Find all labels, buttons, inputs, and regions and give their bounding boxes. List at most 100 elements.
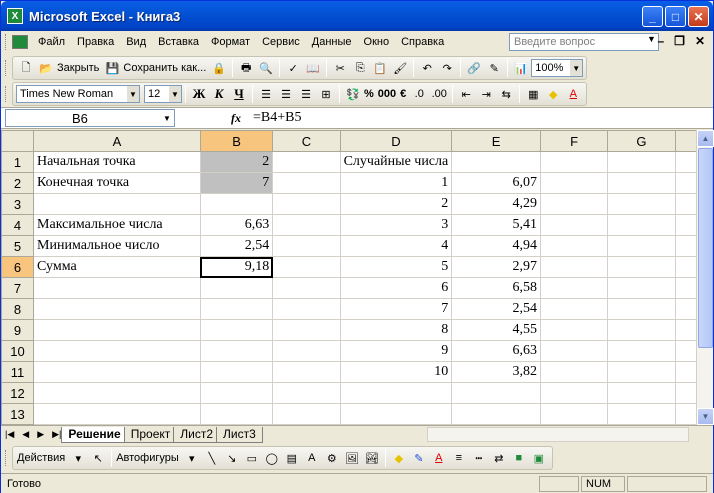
cell-f6[interactable] <box>540 256 609 278</box>
column-header-a[interactable]: A <box>33 130 201 152</box>
borders-icon[interactable]: ▦ <box>525 86 541 102</box>
picture-icon[interactable]: 🏞 <box>364 450 380 466</box>
cell-e2[interactable]: 6,07 <box>451 172 542 194</box>
cell-e7[interactable]: 6,58 <box>451 277 542 299</box>
cell-e6[interactable]: 2,97 <box>451 256 542 278</box>
row-header[interactable]: 8 <box>1 298 35 320</box>
workbook-icon[interactable] <box>12 35 28 49</box>
cell-d4[interactable]: 3 <box>339 214 453 236</box>
cell-a12[interactable] <box>33 382 201 404</box>
tab-proekt[interactable]: Проект <box>123 426 178 443</box>
next-sheet-icon[interactable]: ▶ <box>37 429 44 440</box>
cell-d6[interactable]: 5 <box>339 256 453 278</box>
research-icon[interactable]: 📖 <box>305 60 321 76</box>
cell-f10[interactable] <box>540 340 609 362</box>
cell-d5[interactable]: 4 <box>339 235 453 257</box>
font-size-select[interactable]: 12 ▼ <box>144 85 182 103</box>
maximize-button[interactable]: □ <box>665 6 686 27</box>
save-as-button[interactable]: Сохранить как... <box>123 62 206 74</box>
cell-a1[interactable]: Начальная точка <box>33 151 201 173</box>
align-left-icon[interactable]: ☰ <box>258 86 274 102</box>
first-sheet-icon[interactable]: |◀ <box>5 429 14 440</box>
tab-list3[interactable]: Лист3 <box>216 426 263 443</box>
cell-a4[interactable]: Максимальное числа <box>33 214 201 236</box>
workbook-restore-button[interactable]: ❐ <box>674 34 685 48</box>
cell-f8[interactable] <box>540 298 609 320</box>
cell-a5[interactable]: Минимальное число <box>33 235 201 257</box>
print-icon[interactable]: 🖶 <box>238 60 254 76</box>
permission-icon[interactable]: 🔒 <box>211 60 227 76</box>
horizontal-scrollbar[interactable] <box>427 427 689 442</box>
cell-g11[interactable] <box>607 361 676 383</box>
menu-tools[interactable]: Сервис <box>256 36 306 48</box>
shadow-icon[interactable]: ■ <box>511 450 527 466</box>
decrease-indent-icon[interactable]: ⇤ <box>458 86 474 102</box>
cell-f13[interactable] <box>540 403 609 425</box>
column-header-b[interactable]: B <box>199 130 274 152</box>
fill-color-icon[interactable]: ◆ <box>391 450 407 466</box>
dash-style-icon[interactable]: ┅ <box>471 450 487 466</box>
print-preview-icon[interactable]: 🔍 <box>258 60 274 76</box>
cell-b3[interactable] <box>199 193 274 215</box>
merge-center-icon[interactable]: ⊞ <box>318 86 334 102</box>
column-header-f[interactable]: F <box>540 130 609 152</box>
cell-d11[interactable]: 10 <box>339 361 453 383</box>
menu-insert[interactable]: Вставка <box>152 36 205 48</box>
spelling-icon[interactable]: ✓ <box>285 60 301 76</box>
increase-decimal-icon[interactable]: .0 <box>411 86 427 102</box>
menu-data[interactable]: Данные <box>306 36 358 48</box>
cell-b5[interactable]: 2,54 <box>199 235 274 257</box>
row-header[interactable]: 9 <box>1 319 35 341</box>
cell-g8[interactable] <box>607 298 676 320</box>
ask-question-input[interactable]: Введите вопрос <box>509 33 659 51</box>
bold-button[interactable]: Ж <box>190 86 208 102</box>
menu-file[interactable]: Файл <box>32 36 71 48</box>
cell-b12[interactable] <box>199 382 274 404</box>
size-dropdown-icon[interactable]: ▼ <box>169 86 181 102</box>
cell-b9[interactable] <box>199 319 274 341</box>
cell-e8[interactable]: 2,54 <box>451 298 542 320</box>
align-center-icon[interactable]: ☰ <box>278 86 294 102</box>
scroll-up-icon[interactable]: ▲ <box>697 130 714 147</box>
cell-a11[interactable] <box>33 361 201 383</box>
menu-window[interactable]: Окно <box>358 36 396 48</box>
cell-c8[interactable] <box>272 298 341 320</box>
select-objects-icon[interactable]: ↖ <box>90 450 106 466</box>
euro-button[interactable]: € <box>400 88 406 100</box>
clipart-icon[interactable]: 🖼 <box>344 450 360 466</box>
line-color-icon[interactable]: ✎ <box>411 450 427 466</box>
cell-b6-active[interactable]: 9,18 <box>199 256 274 278</box>
column-header-e[interactable]: E <box>451 130 542 152</box>
column-header-d[interactable]: D <box>339 130 453 152</box>
autoshapes-dropdown-icon[interactable]: ▾ <box>184 450 200 466</box>
cell-a8[interactable] <box>33 298 201 320</box>
cell-d8[interactable]: 7 <box>339 298 453 320</box>
cell-b11[interactable] <box>199 361 274 383</box>
zoom-select[interactable]: 100% ▼ <box>531 59 584 77</box>
cell-c5[interactable] <box>272 235 341 257</box>
excel-app-icon[interactable]: X <box>7 8 23 24</box>
cell-f4[interactable] <box>540 214 609 236</box>
toolbar-grip[interactable] <box>5 60 8 76</box>
toolbar-grip[interactable] <box>5 450 8 466</box>
cell-g12[interactable] <box>607 382 676 404</box>
wordart-icon[interactable]: A <box>304 450 320 466</box>
thousands-button[interactable]: 000 <box>378 88 396 100</box>
cell-c2[interactable] <box>272 172 341 194</box>
copy-icon[interactable]: ⎘ <box>352 60 368 76</box>
cell-e4[interactable]: 5,41 <box>451 214 542 236</box>
last-sheet-icon[interactable]: ▶| <box>52 429 61 440</box>
cell-g6[interactable] <box>607 256 676 278</box>
actions-menu-button[interactable]: Действия <box>17 452 65 464</box>
menu-format[interactable]: Формат <box>205 36 256 48</box>
cell-c6[interactable] <box>272 256 341 278</box>
format-painter-icon[interactable]: 🖌 <box>392 60 408 76</box>
cell-f7[interactable] <box>540 277 609 299</box>
cell-c11[interactable] <box>272 361 341 383</box>
cell-g1[interactable] <box>607 151 676 173</box>
redo-icon[interactable]: ↷ <box>439 60 455 76</box>
cell-g7[interactable] <box>607 277 676 299</box>
row-header[interactable]: 3 <box>1 193 35 215</box>
row-header[interactable]: 12 <box>1 382 35 404</box>
cell-g2[interactable] <box>607 172 676 194</box>
